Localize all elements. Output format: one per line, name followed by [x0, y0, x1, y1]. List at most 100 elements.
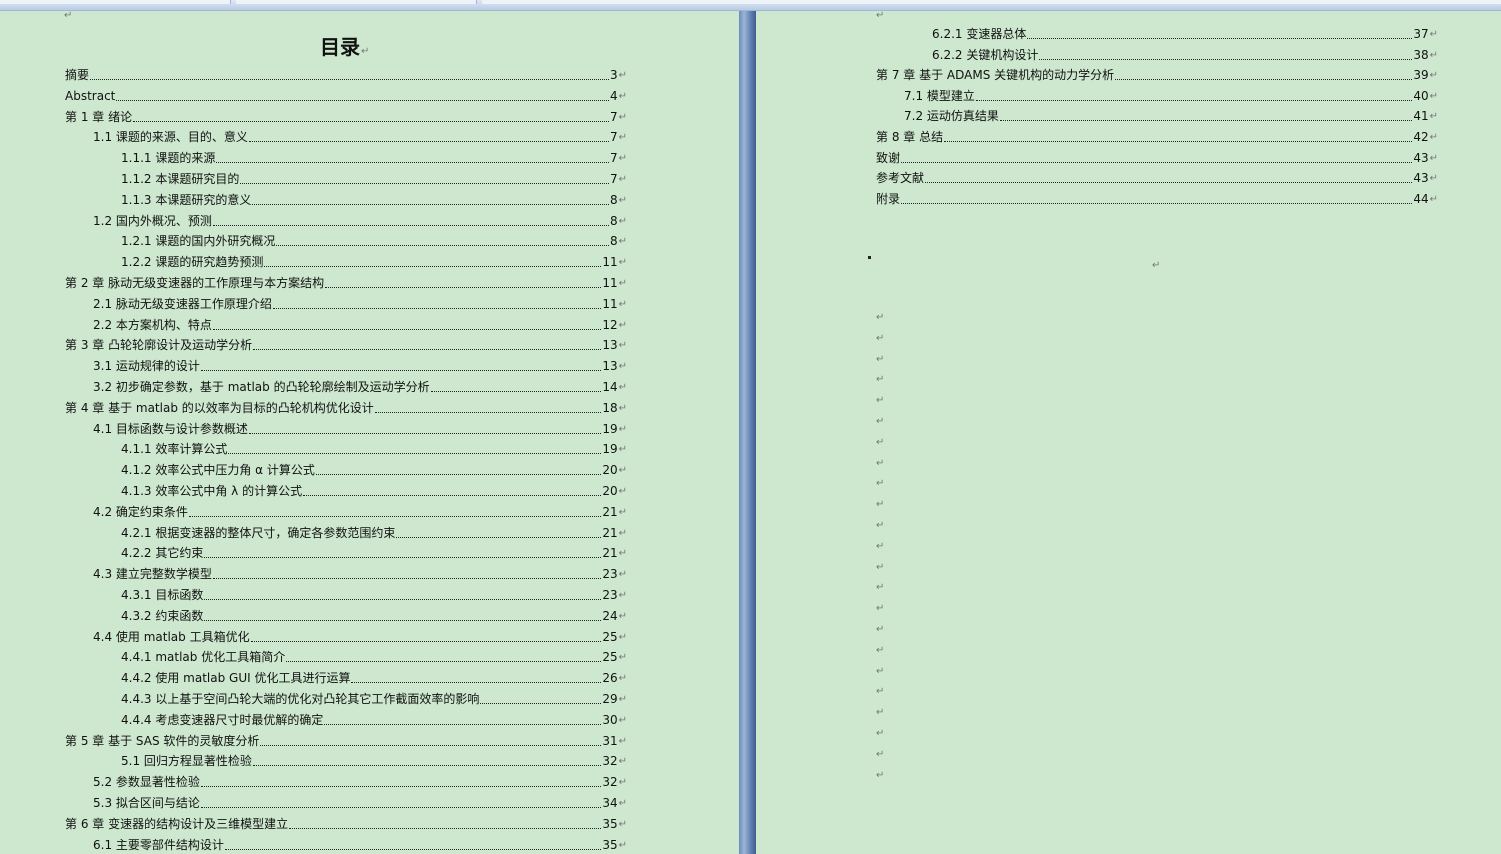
toc-page-number: 7 [609, 130, 618, 145]
toc-entry[interactable]: 4.3.1 目标函数 23 ↵ [121, 588, 627, 603]
toc-entry[interactable]: 4.1.2 效率公式中压力角 α 计算公式 20 ↵ [121, 463, 627, 478]
toc-entry[interactable]: 第 7 章 基于 ADAMS 关键机构的动力学分析 39 ↵ [876, 68, 1438, 83]
toc-dot-leader [925, 182, 1413, 184]
toc-entry[interactable]: 4.1.1 效率计算公式 19 ↵ [121, 442, 627, 457]
paragraph-mark-icon: ↵ [64, 11, 73, 21]
toc-entry[interactable]: 第 4 章 基于 matlab 的以效率为目标的凸轮机构优化设计 18 ↵ [65, 401, 627, 416]
toc-entry[interactable]: 1.2.1 课题的国内外研究概况 8 ↵ [121, 234, 627, 249]
paragraph-mark-icon: ↵ [618, 798, 627, 809]
toc-entry[interactable]: 附录 44 ↵ [876, 192, 1438, 207]
toc-entry[interactable]: 第 1 章 绪论 7 ↵ [65, 110, 627, 125]
toc-dot-leader [188, 515, 602, 517]
toc-entry[interactable]: 致谢 43 ↵ [876, 151, 1438, 166]
toc-dot-leader [224, 848, 602, 850]
toc-dot-leader [325, 287, 602, 288]
toc-entry[interactable]: 4.4.4 考虑变速器尺寸时最优解的确定 30 ↵ [121, 713, 627, 728]
paragraph-mark-icon: ↵ [618, 527, 627, 539]
toc-dot-leader [204, 599, 602, 600]
toc-entry[interactable]: 7.1 模型建立 40 ↵ [904, 89, 1438, 104]
toc-entry[interactable]: 4.4.1 matlab 优化工具箱简介 25 ↵ [121, 650, 627, 665]
toc-entry[interactable]: 1.1.2 本课题研究目的 7 ↵ [121, 172, 627, 187]
toc-page-number: 12 [602, 317, 618, 332]
toc-page-number: 34 [602, 796, 618, 810]
toc-entry[interactable]: 4.4.3 以上基于空间凸轮大端的优化对凸轮其它工作截面效率的影响 29 ↵ [121, 692, 627, 707]
toc-page-number: 26 [602, 671, 618, 686]
toc-entry[interactable]: 4.3 建立完整数学模型 23 ↵ [93, 567, 627, 582]
toc-entry[interactable]: 3.1 运动规律的设计 13 ↵ [93, 359, 627, 374]
toc-entry[interactable]: 4.2 确定约束条件 21 ↵ [93, 505, 627, 520]
ruler-segment [0, 0, 231, 4]
paragraph-mark-icon: ↵ [618, 111, 627, 123]
toc-entry[interactable]: 6.2.2 关键机构设计 38 ↵ [932, 48, 1438, 63]
toc-dot-leader [200, 370, 602, 372]
toc-entry[interactable]: 4.3.2 约束函数 24 ↵ [121, 609, 627, 624]
toc-entry[interactable]: 第 2 章 脉动无级变速器的工作原理与本方案结构 11 ↵ [65, 276, 627, 291]
ruler-segment [236, 0, 477, 4]
toc-entry[interactable]: 4.4 使用 matlab 工具箱优化 25 ↵ [93, 630, 627, 645]
toc-entry[interactable]: 3.2 初步确定参数，基于 matlab 的凸轮轮廓绘制及运动学分析 14 ↵ [93, 380, 627, 395]
toc-page-number: 11 [602, 255, 618, 270]
toc-entry[interactable]: 参考文献 43 ↵ [876, 171, 1438, 186]
toc-entry[interactable]: Abstract 4 ↵ [65, 89, 627, 104]
toc-page-number: 4 [609, 88, 618, 103]
toc-entry[interactable]: 1.1 课题的来源、目的、意义 7 ↵ [93, 130, 627, 145]
toc-entry-label: 第 6 章 变速器的结构设计及三维模型建立 [65, 816, 289, 831]
toc-page-number: 42 [1413, 130, 1429, 144]
toc-entry-label: 摘要 [65, 68, 90, 82]
toc-page-number: 31 [602, 733, 618, 748]
toc-entry[interactable]: 5.1 回归方程显著性检验 32 ↵ [121, 754, 627, 769]
toc-entry[interactable]: 第 5 章 基于 SAS 软件的灵敏度分析 31 ↵ [65, 734, 627, 749]
toc-entry[interactable]: 第 6 章 变速器的结构设计及三维模型建立 35 ↵ [65, 817, 627, 832]
toc-entry[interactable]: 摘要 3 ↵ [65, 68, 627, 83]
toc-entry[interactable]: 6.1 主要零部件结构设计 35 ↵ [93, 838, 627, 853]
toc-entry-label: 第 4 章 基于 matlab 的以效率为目标的凸轮机构优化设计 [65, 400, 374, 415]
toc-page-number: 20 [602, 463, 618, 478]
toc-entry-label: 2.2 本方案机构、特点 [93, 317, 212, 332]
toc-entry[interactable]: 4.2.1 根据变速器的整体尺寸，确定各参数范围约束 21 ↵ [121, 526, 627, 541]
toc-entry-label: 4.1 目标函数与设计参数概述 [93, 421, 248, 436]
toc-entry[interactable]: 第 8 章 总结 42 ↵ [876, 130, 1438, 145]
toc-entry-label: 1.1 课题的来源、目的、意义 [93, 130, 248, 145]
paragraph-mark-icon: ↵ [618, 777, 627, 789]
paragraph-mark-icon: ↵ [618, 174, 627, 185]
toc-entry[interactable]: 5.3 拟合区间与结论 34 ↵ [93, 796, 627, 811]
page-divider [739, 11, 756, 854]
toc-entry[interactable]: 1.2 国内外概况、预测 8 ↵ [93, 214, 627, 229]
toc-page-number: 24 [602, 608, 618, 623]
toc-entry[interactable]: 4.1.3 效率公式中角 λ 的计算公式 20 ↵ [121, 484, 627, 499]
toc-entry-label: 6.2.2 关键机构设计 [932, 47, 1039, 62]
paragraph-mark-icon: ↵ [876, 728, 885, 739]
toc-entry[interactable]: 1.2.2 课题的研究趋势预测 11 ↵ [121, 255, 627, 270]
toc-entry[interactable]: 2.2 本方案机构、特点 12 ↵ [93, 318, 627, 333]
document-page-right[interactable]: ↵ 6.2.1 变速器总体 37 ↵ 6.2.2 关键机构设计 38 ↵ 第 7 章 基于 … [756, 11, 1501, 854]
toc-page-number: 32 [602, 775, 618, 790]
toc-entry[interactable]: 5.2 参数显著性检验 32 ↵ [93, 775, 627, 790]
paragraph-mark-icon: ↵ [1429, 70, 1438, 82]
toc-dot-leader [264, 266, 602, 268]
toc-entry-label: 4.2 确定约束条件 [93, 504, 188, 519]
toc-entry[interactable]: 第 3 章 凸轮轮廓设计及运动学分析 13 ↵ [65, 338, 627, 353]
toc-dot-leader [212, 224, 609, 226]
toc-dot-leader [252, 203, 609, 205]
toc-entry[interactable]: 2.1 脉动无级变速器工作原理介绍 11 ↵ [93, 297, 627, 312]
toc-dot-leader [975, 99, 1413, 101]
document-page-left[interactable]: ↵ 目录↵ 摘要 3 ↵ Abstract 4 ↵ 第 1 章 绪论 7 ↵ 1.1 课题的来源、… [0, 11, 739, 854]
toc-entry[interactable]: 1.1.1 课题的来源 7 ↵ [121, 151, 627, 166]
paragraph-mark-icon: ↵ [618, 506, 627, 518]
toc-entry-label: 1.2.1 课题的国内外研究概况 [121, 234, 276, 249]
toc-entry[interactable]: 4.4.2 使用 matlab GUI 优化工具进行运算 26 ↵ [121, 671, 627, 686]
toc-entry[interactable]: 4.2.2 其它约束 21 ↵ [121, 546, 627, 561]
paragraph-mark-icon: ↵ [876, 395, 885, 407]
paragraph-mark-icon: ↵ [876, 353, 885, 365]
toc-dot-leader [200, 807, 602, 808]
toc-page-number: 23 [602, 567, 618, 582]
paragraph-mark-icon: ↵ [876, 748, 885, 760]
toc-page-number: 38 [1413, 47, 1429, 62]
paragraph-mark-icon: ↵ [618, 548, 627, 560]
toc-entry[interactable]: 7.2 运动仿真结果 41 ↵ [904, 109, 1438, 124]
toc-entry[interactable]: 4.1 目标函数与设计参数概述 19 ↵ [93, 422, 627, 437]
paragraph-mark-icon: ↵ [876, 707, 885, 719]
toc-entry[interactable]: 6.2.1 变速器总体 37 ↵ [932, 27, 1438, 42]
toc-dot-leader [252, 765, 602, 767]
toc-entry[interactable]: 1.1.3 本课题研究的意义 8 ↵ [121, 193, 627, 208]
